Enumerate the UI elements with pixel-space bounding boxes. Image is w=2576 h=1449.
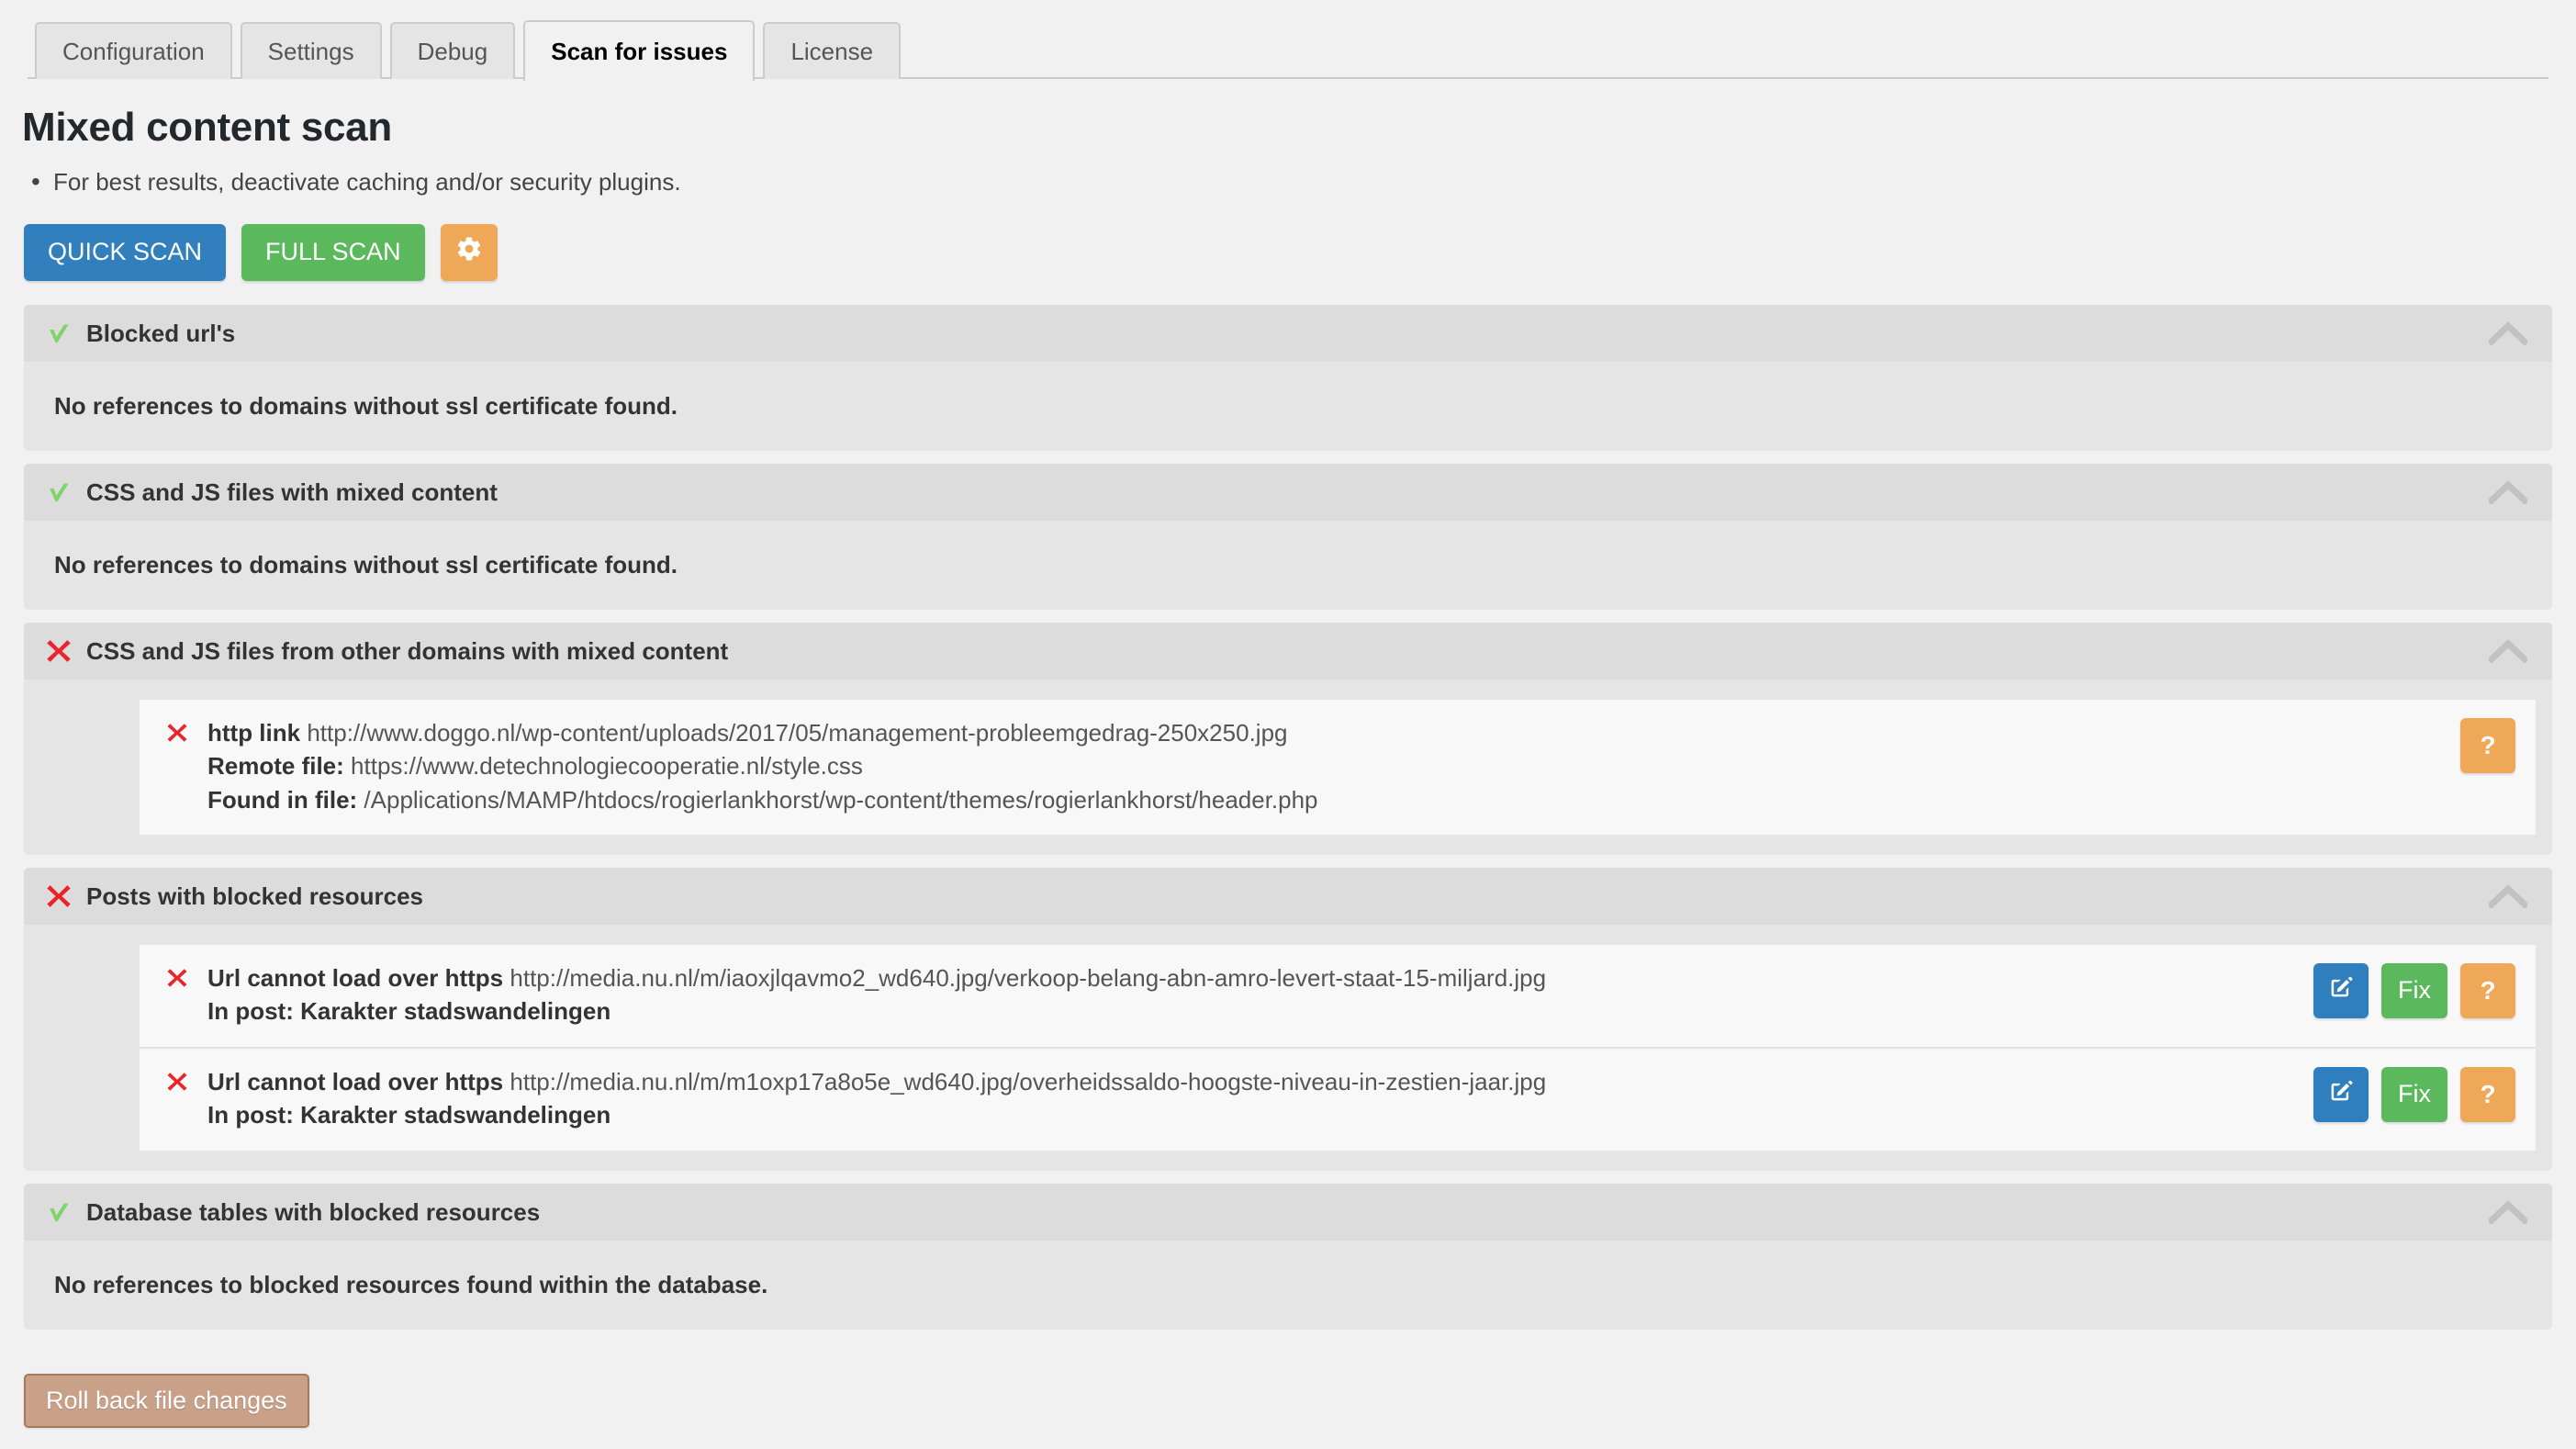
page-title: Mixed content scan <box>22 105 392 150</box>
check-icon <box>42 317 75 350</box>
panel-empty-message: No references to domains without ssl cer… <box>54 550 678 578</box>
edit-post-button[interactable] <box>2313 962 2369 1018</box>
scan-settings-button[interactable] <box>440 223 498 281</box>
edit-icon <box>2327 973 2355 1007</box>
panel-title: Posts with blocked resources <box>86 882 424 910</box>
issue-line: Url cannot load over https http://media.… <box>207 961 2295 994</box>
panel-header[interactable]: CSS and JS files from other domains with… <box>24 622 2552 680</box>
issue-rows: Url cannot load over https http://media.… <box>24 925 2552 1171</box>
issue-text: http link http://www.doggo.nl/wp-content… <box>195 716 2442 816</box>
issue-status-icon <box>160 1065 195 1095</box>
panel-header[interactable]: Blocked url's <box>24 304 2552 362</box>
panel-title: CSS and JS files from other domains with… <box>86 636 729 665</box>
scan-panel: Database tables with blocked resources No… <box>24 1183 2552 1330</box>
chevron-up-icon[interactable] <box>2488 882 2528 910</box>
issue-rows: http link http://www.doggo.nl/wp-content… <box>24 680 2552 855</box>
mixed-content-scan-page: Configuration Settings Debug Scan for issue… <box>0 0 2576 1449</box>
scan-button-row: QUICK SCAN FULL SCAN <box>0 223 2576 281</box>
tab-bar: Configuration Settings Debug Scan for issue… <box>0 0 2576 81</box>
issue-actions: Fix? <box>2295 961 2515 1018</box>
help-button[interactable]: ? <box>2460 1066 2515 1122</box>
tab-debug[interactable]: Debug <box>389 22 516 79</box>
issue-actions: ? <box>2442 716 2515 773</box>
help-button[interactable]: ? <box>2460 962 2515 1018</box>
fix-button[interactable]: Fix <box>2381 1066 2447 1122</box>
issue-line-value: /Applications/MAMP/htdocs/rogierlankhors… <box>364 785 1318 814</box>
chevron-up-icon[interactable] <box>2488 478 2528 506</box>
chevron-up-icon[interactable] <box>2488 320 2528 347</box>
edit-post-button[interactable] <box>2313 1066 2369 1122</box>
note-item: For best results, deactivate caching and… <box>31 165 2576 198</box>
issue-line: Remote file: https://www.detechnologieco… <box>207 749 2442 782</box>
panel-empty-message: No references to domains without ssl cer… <box>54 391 678 420</box>
issue-actions: Fix? <box>2295 1065 2515 1122</box>
chevron-up-icon[interactable] <box>2488 1198 2528 1226</box>
issue-row: Url cannot load over https http://media.… <box>140 944 2536 1049</box>
panel-body: No references to blocked resources found… <box>24 1241 2552 1330</box>
issue-line-value: http://media.nu.nl/m/iaoxjlqavmo2_wd640.… <box>510 963 1547 992</box>
panel-body: http link http://www.doggo.nl/wp-content… <box>24 680 2552 855</box>
panel-body: No references to domains without ssl cer… <box>24 521 2552 610</box>
chevron-up-icon[interactable] <box>2488 637 2528 665</box>
issue-line-label: Remote file: <box>207 752 344 781</box>
panel-title: CSS and JS files with mixed content <box>86 477 498 506</box>
issue-line: In post: Karakter stadswandelingen <box>207 1101 611 1129</box>
panel-header[interactable]: CSS and JS files with mixed content <box>24 463 2552 521</box>
panel-empty-message: No references to blocked resources found… <box>54 1270 768 1298</box>
issue-row: Url cannot load over https http://media.… <box>140 1048 2536 1151</box>
tab-scan-for-issues[interactable]: Scan for issues <box>523 20 756 81</box>
issue-line-value: https://www.detechnologiecooperatie.nl/s… <box>351 752 863 781</box>
roll-back-file-changes-button[interactable]: Roll back file changes <box>24 1373 309 1428</box>
issue-line-value: http://www.doggo.nl/wp-content/uploads/2… <box>307 718 1288 747</box>
check-icon <box>42 476 75 509</box>
quick-scan-button[interactable]: QUICK SCAN <box>24 223 227 281</box>
panel-header[interactable]: Posts with blocked resources <box>24 867 2552 925</box>
panel-body: Url cannot load over https http://media.… <box>24 925 2552 1171</box>
issue-line-label: Found in file: <box>207 785 358 814</box>
footer: Roll back file changes <box>0 1342 2576 1428</box>
scan-panel: Posts with blocked resources Url cannot l… <box>24 867 2552 1171</box>
scan-panel: Blocked url's No references to domains wi… <box>24 304 2552 451</box>
full-scan-button[interactable]: FULL SCAN <box>241 223 425 281</box>
issue-line: Url cannot load over https http://media.… <box>207 1065 2295 1098</box>
issue-text: Url cannot load over https http://media.… <box>195 1065 2295 1132</box>
gear-icon <box>455 235 483 270</box>
issue-line: http link http://www.doggo.nl/wp-content… <box>207 716 2442 749</box>
issue-status-icon <box>160 716 195 746</box>
issue-line-label: Url cannot load over https <box>207 1067 504 1095</box>
error-x-icon <box>42 880 75 913</box>
issue-line-value: http://media.nu.nl/m/m1oxp17a8o5e_wd640.… <box>510 1067 1547 1095</box>
issue-line: In post: Karakter stadswandelingen <box>207 997 611 1026</box>
scan-results-panels: Blocked url's No references to domains wi… <box>0 304 2576 1330</box>
panel-title: Blocked url's <box>86 319 236 347</box>
panel-header[interactable]: Database tables with blocked resources <box>24 1183 2552 1241</box>
issue-row: http link http://www.doggo.nl/wp-content… <box>140 699 2536 835</box>
tab-configuration[interactable]: Configuration <box>35 22 232 79</box>
check-icon <box>42 1196 75 1229</box>
scan-panel: CSS and JS files from other domains with… <box>24 622 2552 855</box>
tab-license[interactable]: License <box>763 22 902 79</box>
scan-panel: CSS and JS files with mixed content No re… <box>24 463 2552 610</box>
issue-line: Found in file: /Applications/MAMP/htdocs… <box>207 783 2442 816</box>
issue-line-label: Url cannot load over https <box>207 963 504 992</box>
tab-settings[interactable]: Settings <box>240 22 382 79</box>
error-x-icon <box>42 635 75 668</box>
fix-button[interactable]: Fix <box>2381 962 2447 1018</box>
issue-status-icon <box>160 961 195 991</box>
panel-title: Database tables with blocked resources <box>86 1197 541 1226</box>
help-button[interactable]: ? <box>2460 717 2515 773</box>
issue-text: Url cannot load over https http://media.… <box>195 961 2295 1028</box>
panel-body: No references to domains without ssl cer… <box>24 362 2552 451</box>
issue-line-label: http link <box>207 718 301 747</box>
notes-list: For best results, deactivate caching and… <box>0 165 2576 198</box>
edit-icon <box>2327 1077 2355 1111</box>
